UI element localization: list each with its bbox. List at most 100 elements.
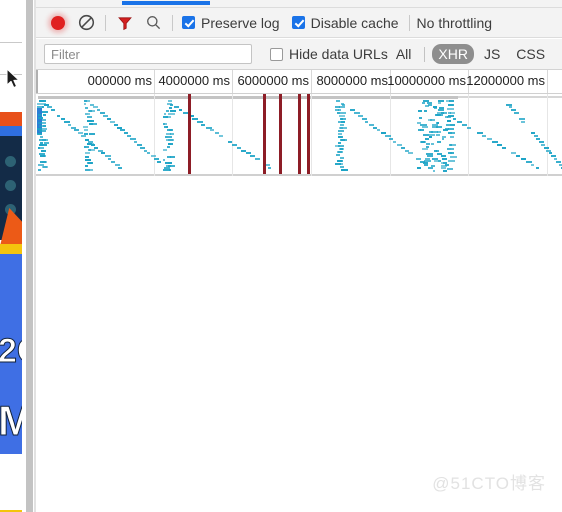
banner-headline-a: 2C <box>0 334 22 368</box>
request-bar <box>40 160 46 163</box>
request-bar <box>487 138 492 140</box>
request-bar <box>255 158 260 160</box>
filter-divider <box>424 46 426 62</box>
request-bar <box>169 106 172 109</box>
banner-dot <box>5 180 16 191</box>
disable-cache-checkbox[interactable]: Disable cache <box>291 15 399 31</box>
request-bar <box>169 168 171 171</box>
request-bar <box>433 106 437 108</box>
filter-type-all[interactable]: All <box>390 44 418 64</box>
request-bar <box>511 152 516 154</box>
request-bar <box>437 140 441 143</box>
graph-gridline <box>232 94 233 176</box>
request-bar <box>39 124 46 127</box>
request-bar <box>397 144 402 146</box>
filter-type-img[interactable]: Ir <box>555 44 562 64</box>
request-bar <box>339 148 344 150</box>
tab-network-indicator[interactable] <box>122 1 210 5</box>
request-bar <box>84 129 88 132</box>
mouse-cursor-icon <box>6 68 20 89</box>
request-bar <box>534 135 538 137</box>
record-button[interactable] <box>44 9 72 37</box>
throttling-select[interactable]: No throttling <box>417 15 492 31</box>
request-bar <box>89 132 95 135</box>
window-scrollbar[interactable] <box>26 0 33 512</box>
request-bar <box>163 122 167 125</box>
request-bar <box>433 169 435 172</box>
request-bar <box>38 169 41 172</box>
hide-data-urls-checkbox[interactable]: Hide data URLs <box>270 46 388 62</box>
request-list-body[interactable] <box>36 176 562 512</box>
request-bar <box>516 155 520 157</box>
filter-type-js[interactable]: JS <box>478 44 506 64</box>
timeline-ruler[interactable]: 000000 ms 4000000 ms 6000000 ms 8000000 ms 1… <box>36 70 562 94</box>
request-bar <box>385 135 391 137</box>
request-bar <box>84 103 86 106</box>
filter-type-css[interactable]: CSS <box>510 44 551 64</box>
request-bar <box>237 147 241 149</box>
request-bar <box>451 148 454 150</box>
request-bar <box>219 135 223 137</box>
request-bar <box>57 115 60 117</box>
request-bar <box>340 157 344 159</box>
search-button[interactable] <box>139 9 167 37</box>
request-bar <box>502 147 506 149</box>
request-bar <box>51 109 55 111</box>
ruler-tick <box>311 70 312 93</box>
request-bar <box>168 100 172 102</box>
banner-yellow-stripe <box>0 244 22 254</box>
request-bar <box>85 165 88 168</box>
request-bar <box>342 104 345 106</box>
request-bar <box>429 136 432 138</box>
request-bar <box>174 106 179 108</box>
request-bar <box>110 121 115 123</box>
funnel-icon <box>118 16 132 30</box>
request-bar <box>338 121 345 123</box>
request-bar <box>61 118 65 120</box>
request-bar <box>151 155 156 157</box>
network-overview-graph[interactable] <box>36 94 562 176</box>
request-bar <box>408 152 413 154</box>
load-event-marker <box>298 94 301 174</box>
preserve-log-checkbox[interactable]: Preserve log <box>182 15 280 31</box>
request-bar <box>85 113 88 116</box>
request-bar <box>521 121 525 123</box>
request-bar <box>449 144 452 146</box>
request-bar <box>167 145 170 148</box>
request-bar <box>492 141 498 143</box>
request-bar <box>442 138 444 141</box>
request-bar <box>338 151 342 153</box>
request-bar <box>168 142 173 145</box>
filter-button[interactable] <box>111 9 139 37</box>
watermark: @51CTO博客 <box>432 474 546 493</box>
request-bar <box>544 147 549 149</box>
request-bar <box>448 128 454 130</box>
request-bar <box>90 122 97 125</box>
filter-input[interactable] <box>44 44 252 64</box>
load-event-marker <box>188 94 191 174</box>
clear-button[interactable] <box>72 9 100 37</box>
request-bar <box>166 139 173 142</box>
request-bar <box>514 112 519 114</box>
request-bar <box>168 162 172 165</box>
request-bar <box>154 158 159 160</box>
request-bar <box>108 158 111 160</box>
request-bar <box>519 118 525 120</box>
request-bar <box>521 158 526 160</box>
request-bar <box>107 118 111 120</box>
request-bar <box>85 155 89 158</box>
filter-type-xhr[interactable]: XHR <box>432 44 474 64</box>
request-bar <box>232 144 237 146</box>
request-bar <box>166 126 168 129</box>
request-bar <box>448 160 455 162</box>
request-bar <box>428 167 433 169</box>
banner-orange-stripe <box>0 112 22 126</box>
request-bar <box>431 143 434 146</box>
request-bar <box>341 169 348 171</box>
graph-gridline <box>311 94 312 176</box>
request-bar <box>447 120 451 122</box>
request-bar <box>424 109 427 112</box>
request-bar <box>168 136 172 138</box>
request-bar <box>101 152 105 154</box>
request-bar <box>210 129 214 131</box>
